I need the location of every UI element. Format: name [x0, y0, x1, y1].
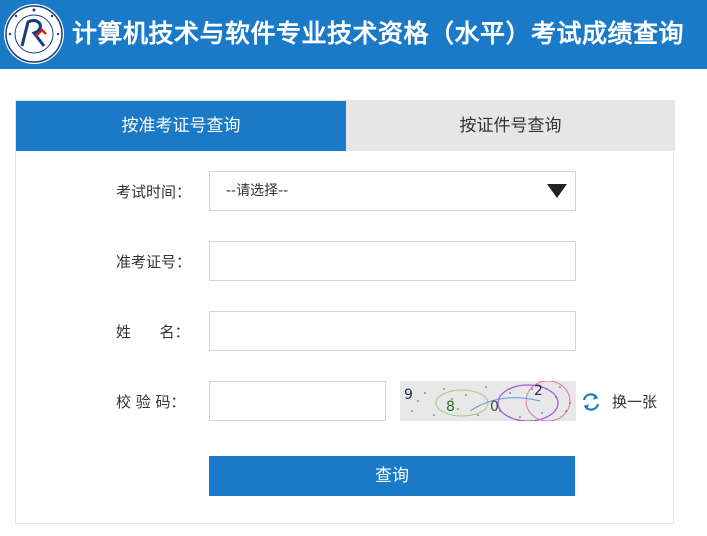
captcha-char: 2	[534, 383, 543, 399]
captcha-char: 0	[490, 399, 499, 415]
name-label: 姓 名：	[116, 323, 190, 341]
header-bar: 计算机技术与软件专业技术资格（水平）考试成绩查询	[0, 0, 707, 69]
refresh-captcha-link[interactable]: 换一张	[612, 391, 657, 413]
captcha-image[interactable]: 9 8 0 2	[400, 381, 576, 421]
exam-seal-logo-icon	[2, 2, 66, 66]
query-button[interactable]: 查询	[209, 456, 575, 496]
query-panel: 按准考证号查询 按证件号查询 考试时间： --请选择-- 准考证号： 姓 名： …	[15, 100, 675, 524]
tab-by-ticket-number[interactable]: 按准考证号查询	[16, 101, 346, 151]
refresh-icon[interactable]	[580, 391, 602, 413]
captcha-label: 校 验 码：	[116, 393, 186, 411]
name-input[interactable]	[209, 311, 576, 351]
chevron-down-icon	[547, 184, 567, 198]
tab-by-id-number[interactable]: 按证件号查询	[346, 101, 675, 151]
captcha-char: 9	[404, 387, 413, 403]
query-tabs: 按准考证号查询 按证件号查询	[16, 101, 675, 151]
captcha-char: 8	[446, 399, 455, 415]
captcha-input[interactable]	[209, 381, 386, 421]
ticket-number-input[interactable]	[209, 241, 576, 281]
exam-time-label: 考试时间：	[116, 183, 192, 201]
page-title: 计算机技术与软件专业技术资格（水平）考试成绩查询	[72, 19, 685, 48]
exam-time-selected: --请选择--	[226, 183, 289, 199]
ticket-number-label: 准考证号：	[116, 253, 192, 271]
exam-time-select[interactable]: --请选择--	[209, 171, 576, 211]
